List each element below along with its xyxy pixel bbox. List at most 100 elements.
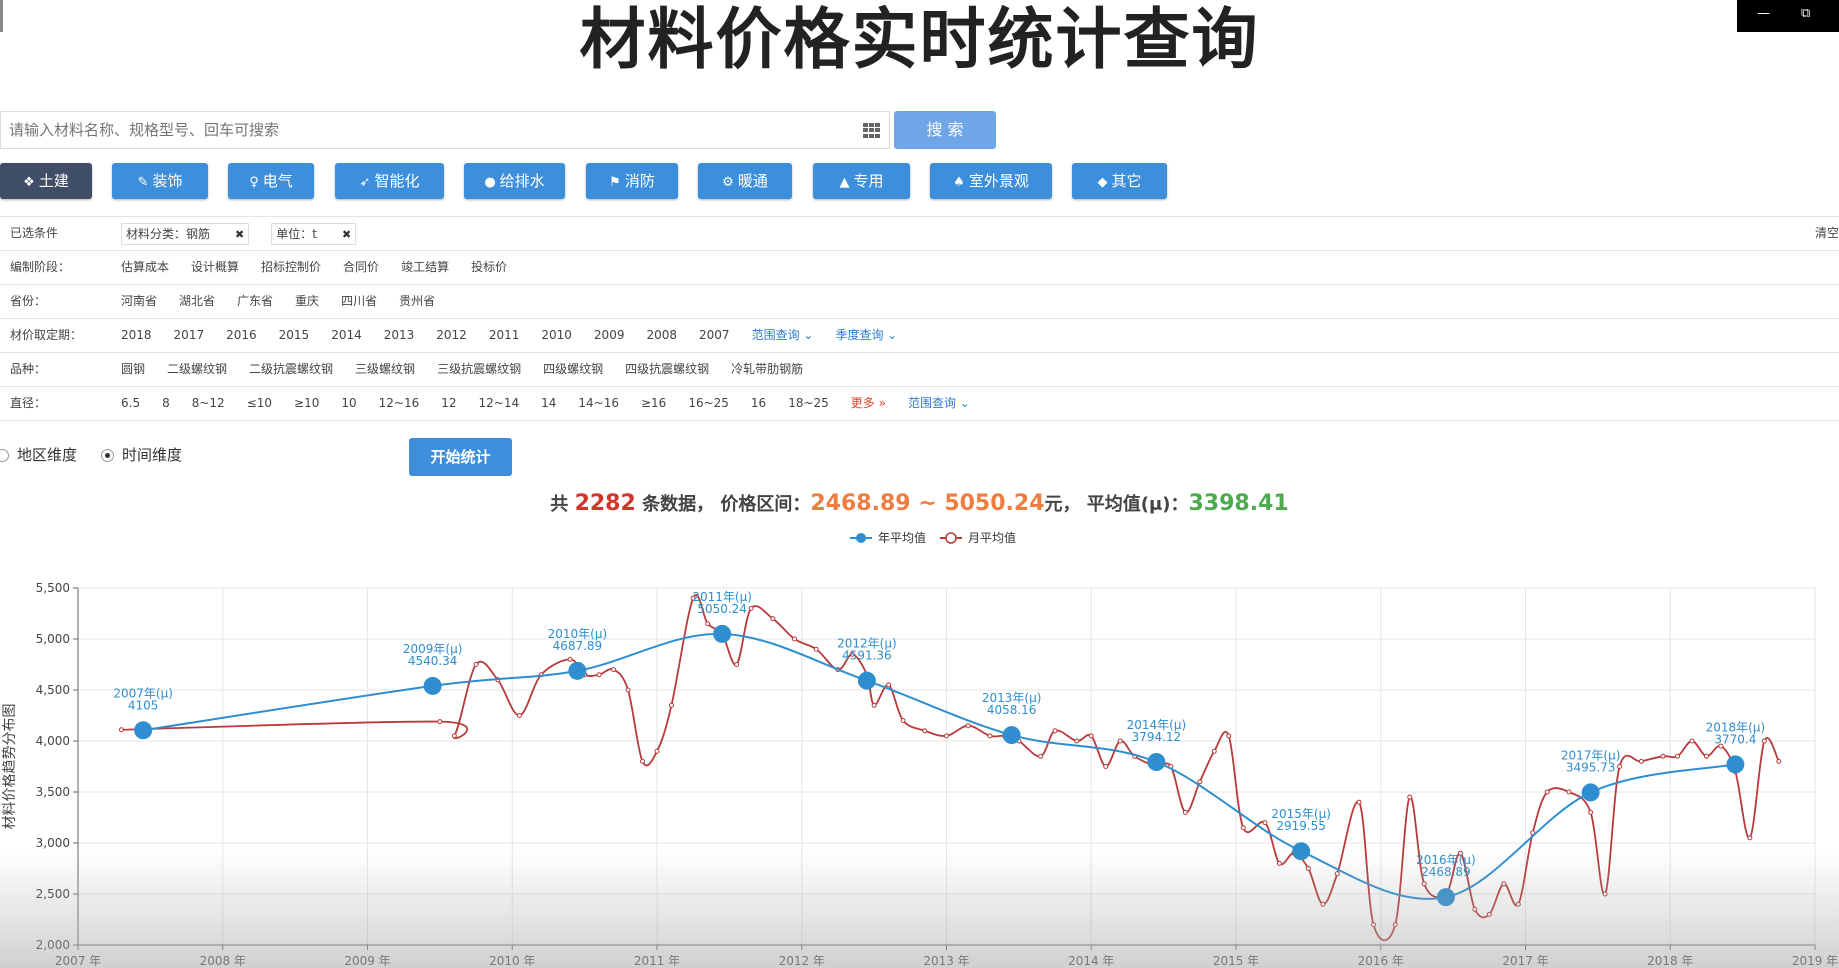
- month-point: [1074, 738, 1080, 744]
- water-drop-icon: ●: [484, 175, 496, 190]
- x-tick-label: 2009 年: [344, 954, 390, 968]
- category-label: 消防: [624, 172, 655, 190]
- search-button[interactable]: 搜 索: [894, 111, 996, 149]
- filter-option[interactable]: 2008: [646, 328, 677, 342]
- category-button-dianqi[interactable]: ♀ 电气: [228, 163, 314, 199]
- more-link[interactable]: 更多 »: [851, 396, 886, 410]
- month-point: [1472, 906, 1478, 912]
- month-point: [1703, 753, 1709, 759]
- category-button-geipaishui[interactable]: ● 给排水: [464, 163, 565, 199]
- category-button-tujian[interactable]: ❖ 土建: [0, 163, 92, 199]
- filter-option[interactable]: 四川省: [341, 294, 377, 308]
- filter-option[interactable]: 冷轧带肋钢筋: [731, 362, 803, 376]
- summary-line: 共 2282 条数据， 价格区间：2468.89 ~ 5050.24元， 平均值…: [0, 490, 1839, 516]
- y-tick-label: 3,000: [36, 836, 70, 850]
- category-button-shiwaijingguan[interactable]: ♠ 室外景观: [930, 163, 1052, 199]
- remove-icon[interactable]: ✖: [342, 228, 351, 241]
- month-point: [922, 728, 928, 734]
- year-point-value: 2919.55: [1276, 819, 1326, 833]
- category-button-qita[interactable]: ◆ 其它: [1072, 163, 1167, 199]
- filter-option[interactable]: 竣工结算: [401, 260, 449, 274]
- filter-option[interactable]: 8: [162, 396, 170, 410]
- category-button-xiaofang[interactable]: ⚑ 消防: [586, 163, 678, 199]
- category-button-zhinenghua[interactable]: ➶ 智能化: [335, 163, 444, 199]
- filter-options: 河南省 湖北省 广东省 重庆 四川省 贵州省: [121, 285, 457, 318]
- selected-tag[interactable]: 单位：t ✖: [271, 222, 357, 245]
- range-query-dropdown[interactable]: 范围查询 ⌄: [908, 396, 970, 410]
- filter-option[interactable]: 2016: [226, 328, 257, 342]
- y-tick-label: 4,500: [36, 683, 70, 697]
- filter-option[interactable]: 圆钢: [121, 362, 145, 376]
- x-tick-label: 2017 年: [1502, 954, 1548, 968]
- filter-option[interactable]: 8~12: [192, 396, 225, 410]
- filter-option[interactable]: 12~16: [379, 396, 420, 410]
- category-button-nuantong[interactable]: ⚙ 暖通: [698, 163, 792, 199]
- filter-option[interactable]: 重庆: [295, 294, 319, 308]
- filter-option[interactable]: 2018: [121, 328, 152, 342]
- filter-option[interactable]: 18~25: [788, 396, 829, 410]
- year-point-value: 5050.24: [697, 602, 747, 616]
- filter-label: 省份：: [10, 294, 47, 308]
- range-query-dropdown[interactable]: 范围查询 ⌄: [752, 328, 814, 342]
- start-statistics-button[interactable]: 开始统计: [409, 438, 512, 476]
- filter-option[interactable]: 2007: [699, 328, 730, 342]
- filter-label: 编制阶段：: [10, 260, 71, 274]
- category-button-zhuanyong[interactable]: ▲ 专用: [813, 163, 910, 199]
- filter-option[interactable]: 2014: [331, 328, 362, 342]
- clear-filters-link[interactable]: 清空: [1815, 217, 1839, 250]
- filter-option[interactable]: 二级螺纹钢: [167, 362, 227, 376]
- filter-option[interactable]: 2010: [541, 328, 572, 342]
- filter-option[interactable]: 6.5: [121, 396, 140, 410]
- category-label: 装饰: [152, 172, 183, 190]
- filter-option[interactable]: 14: [541, 396, 556, 410]
- month-point: [1660, 753, 1666, 759]
- filter-option[interactable]: 四级螺纹钢: [543, 362, 603, 376]
- filter-option[interactable]: 湖北省: [179, 294, 215, 308]
- filter-option[interactable]: 贵州省: [399, 294, 435, 308]
- x-tick-label: 2018 年: [1647, 954, 1693, 968]
- filter-option[interactable]: 广东省: [237, 294, 273, 308]
- category-button-zhuangshi[interactable]: ✎ 装饰: [112, 163, 208, 199]
- filter-option[interactable]: 16: [751, 396, 766, 410]
- filter-option[interactable]: 2012: [436, 328, 467, 342]
- radio-button[interactable]: [0, 449, 9, 462]
- price-range: 2468.89 ~ 5050.24: [810, 491, 1045, 516]
- filter-option[interactable]: 设计概算: [191, 260, 239, 274]
- filter-option[interactable]: 招标控制价: [261, 260, 321, 274]
- remove-icon[interactable]: ✖: [235, 228, 244, 241]
- filter-option[interactable]: 河南省: [121, 294, 157, 308]
- selected-tag[interactable]: 材料分类：钢筋 ✖: [121, 222, 250, 245]
- radio-region[interactable]: 地区维度: [0, 444, 77, 465]
- filter-option[interactable]: 12~14: [479, 396, 520, 410]
- quarter-query-dropdown[interactable]: 季度查询 ⌄: [835, 328, 897, 342]
- selected-tags: 材料分类：钢筋 ✖ 单位：t ✖: [121, 217, 378, 250]
- filter-option[interactable]: 14~16: [578, 396, 619, 410]
- grid-icon[interactable]: [863, 123, 881, 138]
- filter-option[interactable]: 合同价: [343, 260, 379, 274]
- filter-option[interactable]: 估算成本: [121, 260, 169, 274]
- record-count: 2282: [574, 491, 636, 516]
- filter-option[interactable]: ≥10: [294, 396, 319, 410]
- search-input[interactable]: [1, 112, 857, 148]
- filter-option[interactable]: 二级抗震螺纹钢: [249, 362, 333, 376]
- filter-option[interactable]: 三级螺纹钢: [355, 362, 415, 376]
- filter-option[interactable]: 2011: [489, 328, 520, 342]
- filter-option[interactable]: 2013: [384, 328, 415, 342]
- year-point-value: 4591.36: [842, 649, 892, 663]
- filter-option[interactable]: 16~25: [688, 396, 729, 410]
- filter-option[interactable]: 2017: [174, 328, 205, 342]
- x-tick-label: 2008 年: [200, 954, 246, 968]
- radio-button[interactable]: [101, 449, 114, 462]
- month-point: [1566, 789, 1572, 795]
- filter-options: 2018 2017 2016 2015 2014 2013 2012 2011 2010 2009…: [121, 319, 919, 352]
- filter-option[interactable]: ≤10: [247, 396, 272, 410]
- filter-option[interactable]: 10: [341, 396, 356, 410]
- radio-time[interactable]: 时间维度: [101, 444, 182, 465]
- filter-option[interactable]: ≥16: [641, 396, 666, 410]
- filter-option[interactable]: 12: [441, 396, 456, 410]
- filter-option[interactable]: 2015: [279, 328, 310, 342]
- filter-option[interactable]: 四级抗震螺纹钢: [625, 362, 709, 376]
- filter-option[interactable]: 2009: [594, 328, 625, 342]
- filter-option[interactable]: 投标价: [471, 260, 507, 274]
- filter-option[interactable]: 三级抗震螺纹钢: [437, 362, 521, 376]
